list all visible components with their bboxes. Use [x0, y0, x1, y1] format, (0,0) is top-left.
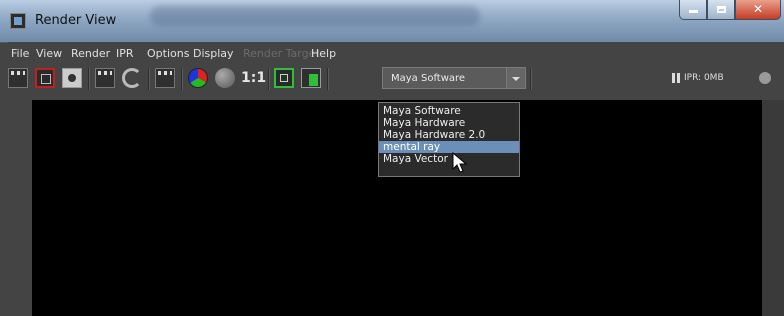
renderer-option-mental-ray[interactable]: mental ray — [379, 141, 519, 153]
title-bar[interactable]: Render View ✕ — [0, 0, 784, 43]
rgb-channels-icon[interactable] — [188, 68, 208, 88]
menu-view[interactable]: View — [36, 47, 62, 60]
alpha-channel-icon[interactable] — [215, 68, 235, 88]
mouse-pointer-icon — [452, 152, 468, 173]
renderer-option-maya-vector[interactable]: Maya Vector — [379, 153, 519, 165]
renderer-option-maya-software[interactable]: Maya Software — [379, 105, 519, 117]
refresh-icon[interactable] — [122, 68, 142, 88]
menu-render[interactable]: Render — [71, 47, 110, 60]
menu-help[interactable]: Help — [311, 47, 336, 60]
ipr-render-icon[interactable] — [95, 68, 115, 88]
renderer-option-maya-hardware[interactable]: Maya Hardware — [379, 117, 519, 129]
renderer-selected-value: Maya Software — [391, 73, 466, 84]
menu-render-target: Render Target — [243, 47, 320, 60]
renderer-select[interactable]: Maya Software — [382, 67, 526, 89]
menu-bar: File View Render IPR Options Display Ren… — [8, 42, 784, 64]
pause-icon[interactable] — [672, 73, 680, 83]
redo-render-icon[interactable] — [8, 68, 28, 88]
display-color-management-icon[interactable] — [274, 68, 294, 88]
render-settings-icon[interactable] — [155, 68, 175, 88]
render-region-icon[interactable] — [35, 68, 55, 88]
close-button[interactable]: ✕ — [735, 0, 781, 20]
menu-ipr[interactable]: IPR — [116, 47, 134, 60]
menu-display[interactable]: Display — [193, 47, 234, 60]
snapshot-icon[interactable] — [62, 68, 82, 88]
ipr-memory-status: IPR: 0MB — [684, 73, 724, 83]
renderer-dropdown-list: Maya Software Maya Hardware Maya Hardwar… — [378, 102, 520, 177]
maximize-button[interactable] — [707, 0, 735, 20]
menu-options[interactable]: Options — [147, 47, 189, 60]
renderer-option-maya-hardware-2[interactable]: Maya Hardware 2.0 — [379, 129, 519, 141]
chevron-down-icon[interactable] — [506, 68, 525, 88]
ipr-status-indicator-icon — [759, 72, 771, 84]
close-icon: ✕ — [752, 2, 764, 16]
toolbar: 1:1 Maya Software IPR: 0MB — [8, 64, 784, 92]
window-title: Render View — [35, 13, 117, 28]
real-size-button[interactable]: 1:1 — [241, 70, 266, 86]
render-view-window: Render View ✕ File View Render IPR Optio… — [0, 0, 784, 316]
menu-file[interactable]: File — [11, 47, 29, 60]
keep-image-icon[interactable] — [301, 68, 321, 88]
render-view-app-icon — [10, 13, 26, 29]
minimize-button[interactable] — [679, 0, 707, 20]
maximize-icon — [708, 2, 734, 16]
viewport-scrollbar[interactable] — [762, 100, 784, 316]
minimize-icon — [680, 2, 706, 16]
